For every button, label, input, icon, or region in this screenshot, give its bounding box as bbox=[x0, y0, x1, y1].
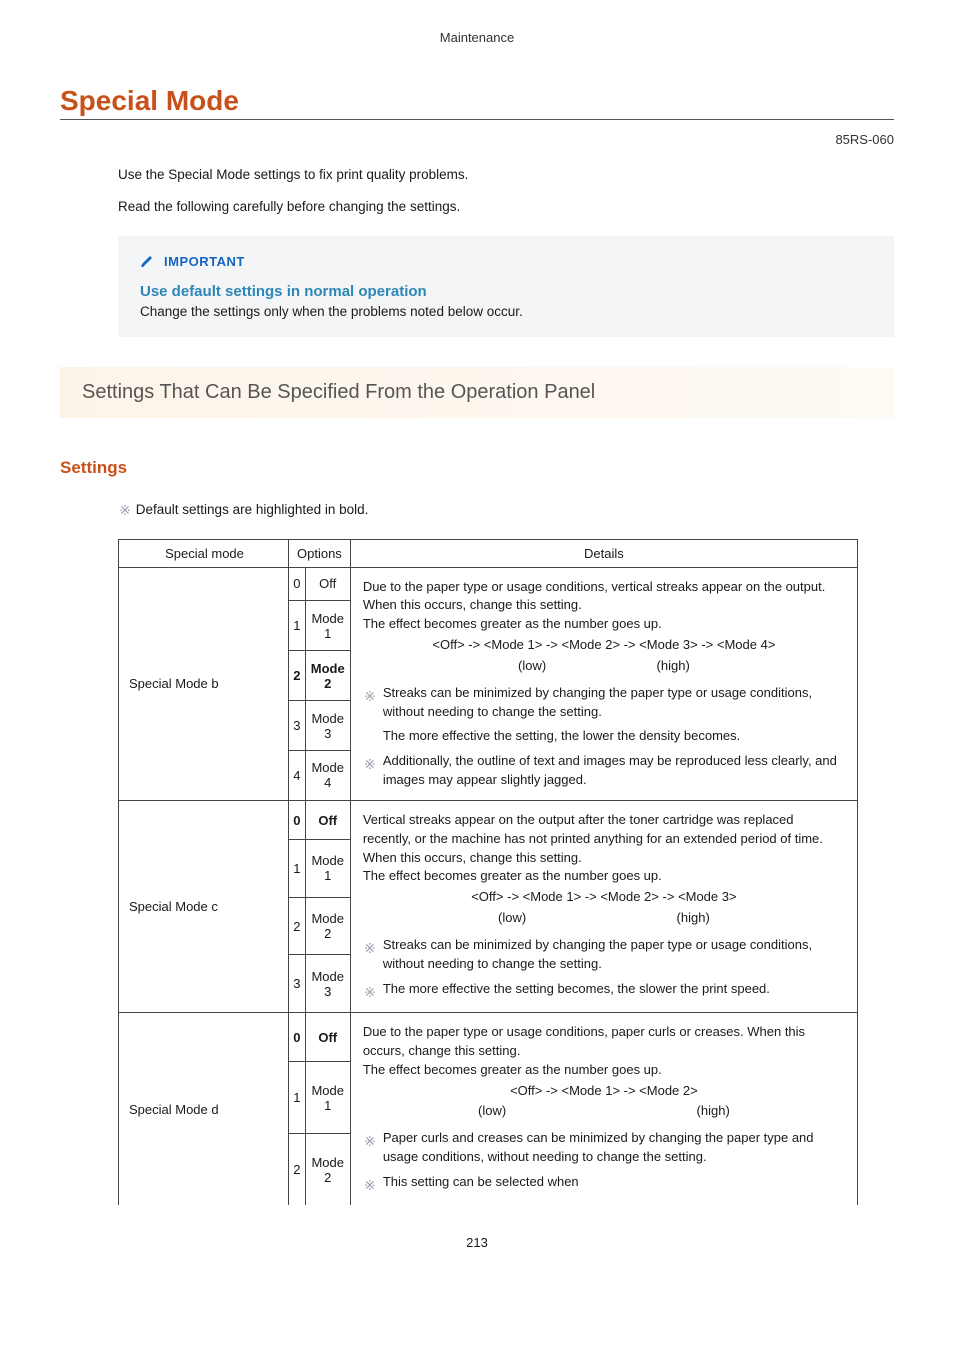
mode-b-effect: The effect becomes greater as the number… bbox=[363, 616, 662, 631]
asterisk-icon: ※ bbox=[363, 754, 377, 790]
mode-b-details: Due to the paper type or usage condition… bbox=[350, 567, 857, 800]
mode-c-opt2-label: Mode 2 bbox=[305, 897, 350, 955]
mode-c-opt1-label: Mode 1 bbox=[305, 840, 350, 898]
mode-d-opt0-label: Off bbox=[305, 1012, 350, 1061]
mode-d-opt2-num: 2 bbox=[289, 1134, 306, 1205]
mode-b-opt3-label: Mode 3 bbox=[305, 701, 350, 751]
mode-b-opt2-num: 2 bbox=[289, 651, 306, 701]
mode-c-opt1-num: 1 bbox=[289, 840, 306, 898]
pencil-icon bbox=[140, 252, 156, 271]
asterisk-icon: ※ bbox=[363, 1175, 377, 1195]
mode-d-opt1-label: Mode 1 bbox=[305, 1062, 350, 1134]
mode-b-high: (high) bbox=[657, 657, 690, 676]
mode-d-opt0-num: 0 bbox=[289, 1012, 306, 1061]
mode-c-opt2-num: 2 bbox=[289, 897, 306, 955]
mode-c-high: (high) bbox=[677, 909, 710, 928]
mode-c-opt0-label: Off bbox=[305, 800, 350, 839]
breadcrumb: Maintenance bbox=[60, 30, 894, 45]
asterisk-icon: ※ bbox=[363, 938, 377, 974]
mode-b-note1: Streaks can be minimized by changing the… bbox=[383, 684, 845, 722]
mode-b-opt1-label: Mode 1 bbox=[305, 601, 350, 651]
intro-paragraph-2: Read the following carefully before chan… bbox=[118, 197, 884, 217]
mode-c-lead: Vertical streaks appear on the output af… bbox=[363, 812, 823, 865]
mode-b-lead: Due to the paper type or usage condition… bbox=[363, 579, 826, 613]
page-title: Special Mode bbox=[60, 85, 894, 120]
mode-d-seq: <Off> -> <Mode 1> -> <Mode 2> bbox=[363, 1082, 845, 1101]
mode-d-details: Due to the paper type or usage condition… bbox=[350, 1012, 857, 1205]
asterisk-icon: ※ bbox=[118, 502, 132, 519]
mode-b-opt0-label: Off bbox=[305, 567, 350, 601]
asterisk-icon: ※ bbox=[363, 686, 377, 722]
mode-d-name: Special Mode d bbox=[119, 1012, 289, 1205]
mode-b-name: Special Mode b bbox=[119, 567, 289, 800]
mode-c-details: Vertical streaks appear on the output af… bbox=[350, 800, 857, 1012]
mode-c-note2: The more effective the setting becomes, … bbox=[383, 980, 845, 1002]
mode-c-name: Special Mode c bbox=[119, 800, 289, 1012]
mode-d-note2: This setting can be selected when bbox=[383, 1173, 845, 1195]
intro-paragraph-1: Use the Special Mode settings to fix pri… bbox=[118, 165, 884, 185]
th-mode: Special mode bbox=[119, 539, 289, 567]
important-callout: IMPORTANT Use default settings in normal… bbox=[118, 236, 894, 337]
mode-b-opt4-num: 4 bbox=[289, 751, 306, 801]
th-details: Details bbox=[350, 539, 857, 567]
important-heading: Use default settings in normal operation bbox=[140, 283, 872, 300]
mode-b-note2: The more effective the setting, the lowe… bbox=[383, 727, 845, 746]
mode-b-low: (low) bbox=[518, 657, 546, 676]
mode-c-note1: Streaks can be minimized by changing the… bbox=[383, 936, 845, 974]
mode-b-note3: Additionally, the outline of text and im… bbox=[383, 752, 845, 790]
document-id: 85RS-060 bbox=[60, 132, 894, 147]
mode-c-effect: The effect becomes greater as the number… bbox=[363, 868, 662, 883]
mode-b-opt1-num: 1 bbox=[289, 601, 306, 651]
mode-c-seq: <Off> -> <Mode 1> -> <Mode 2> -> <Mode 3… bbox=[363, 888, 845, 907]
asterisk-icon bbox=[363, 729, 377, 746]
default-note: ※ Default settings are highlighted in bo… bbox=[118, 502, 894, 519]
asterisk-icon: ※ bbox=[363, 982, 377, 1002]
mode-d-high: (high) bbox=[697, 1102, 730, 1121]
settings-table: Special mode Options Details Special Mod… bbox=[118, 539, 858, 1206]
mode-d-opt2-label: Mode 2 bbox=[305, 1134, 350, 1205]
asterisk-icon: ※ bbox=[363, 1131, 377, 1167]
mode-d-note1: Paper curls and creases can be minimized… bbox=[383, 1129, 845, 1167]
mode-b-opt3-num: 3 bbox=[289, 701, 306, 751]
panel-heading: Settings That Can Be Specified From the … bbox=[82, 381, 872, 404]
mode-b-opt0-num: 0 bbox=[289, 567, 306, 601]
mode-c-opt0-num: 0 bbox=[289, 800, 306, 839]
mode-b-opt2-label: Mode 2 bbox=[305, 651, 350, 701]
mode-b-seq: <Off> -> <Mode 1> -> <Mode 2> -> <Mode 3… bbox=[363, 636, 845, 655]
settings-heading: Settings bbox=[60, 458, 894, 478]
mode-d-effect: The effect becomes greater as the number… bbox=[363, 1062, 662, 1077]
mode-d-opt1-num: 1 bbox=[289, 1062, 306, 1134]
mode-d-low: (low) bbox=[478, 1102, 506, 1121]
default-note-text: Default settings are highlighted in bold… bbox=[136, 502, 369, 517]
mode-d-lead: Due to the paper type or usage condition… bbox=[363, 1024, 805, 1058]
important-text: Change the settings only when the proble… bbox=[140, 304, 872, 319]
mode-b-opt4-label: Mode 4 bbox=[305, 751, 350, 801]
mode-c-low: (low) bbox=[498, 909, 526, 928]
mode-c-opt3-label: Mode 3 bbox=[305, 955, 350, 1013]
page-number: 213 bbox=[60, 1235, 894, 1250]
important-label: IMPORTANT bbox=[164, 254, 245, 269]
th-options: Options bbox=[289, 539, 351, 567]
mode-c-opt3-num: 3 bbox=[289, 955, 306, 1013]
